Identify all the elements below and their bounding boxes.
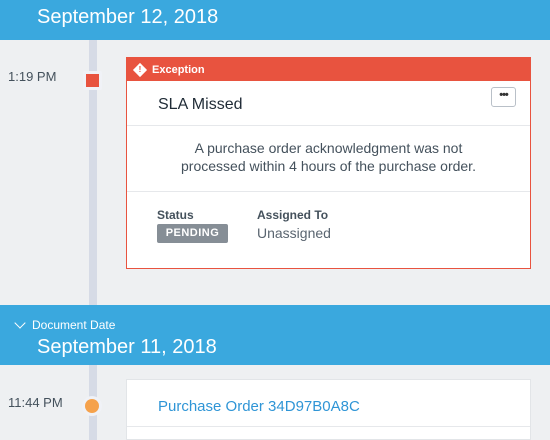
purchase-order-card[interactable]: Purchase Order 34D97B0A8C xyxy=(126,379,531,440)
exception-label: Exception xyxy=(152,63,205,76)
exception-card[interactable]: ! Exception SLA Missed ••• A purchase or… xyxy=(126,57,531,269)
exception-title: SLA Missed xyxy=(158,96,243,113)
assigned-to-label: Assigned To xyxy=(257,208,329,222)
description-line: processed within 4 hours of the purchase… xyxy=(181,158,476,174)
status-badge: PENDING xyxy=(157,224,228,243)
exception-meta: Status PENDING Assigned To Unassigned xyxy=(127,192,530,267)
document-date-header[interactable]: Document Date September 11, 2018 xyxy=(0,305,550,365)
assigned-to-value: Unassigned xyxy=(257,225,331,241)
exception-marker-icon xyxy=(83,71,102,90)
divider xyxy=(127,426,530,427)
more-options-button[interactable]: ••• xyxy=(491,87,516,107)
date-title: September 12, 2018 xyxy=(37,6,219,28)
event-time: 11:44 PM xyxy=(8,395,63,410)
alert-diamond-icon: ! xyxy=(132,62,148,77)
exception-description: A purchase order acknowledgment was not … xyxy=(127,126,530,192)
date-title: September 11, 2018 xyxy=(37,336,217,358)
document-date-toggle[interactable]: Document Date xyxy=(14,317,116,332)
status-label: Status xyxy=(157,208,194,222)
event-time: 1:19 PM xyxy=(8,69,57,84)
purchase-order-link[interactable]: Purchase Order 34D97B0A8C xyxy=(158,398,360,415)
exception-header: ! Exception xyxy=(127,58,530,81)
chevron-down-icon xyxy=(14,317,26,329)
date-header-sept-12: September 12, 2018 xyxy=(0,0,550,40)
exception-title-row: SLA Missed ••• xyxy=(127,81,530,126)
document-date-label: Document Date xyxy=(32,318,116,332)
description-line: A purchase order acknowledgment was not xyxy=(194,140,463,156)
event-marker-icon xyxy=(82,396,102,416)
